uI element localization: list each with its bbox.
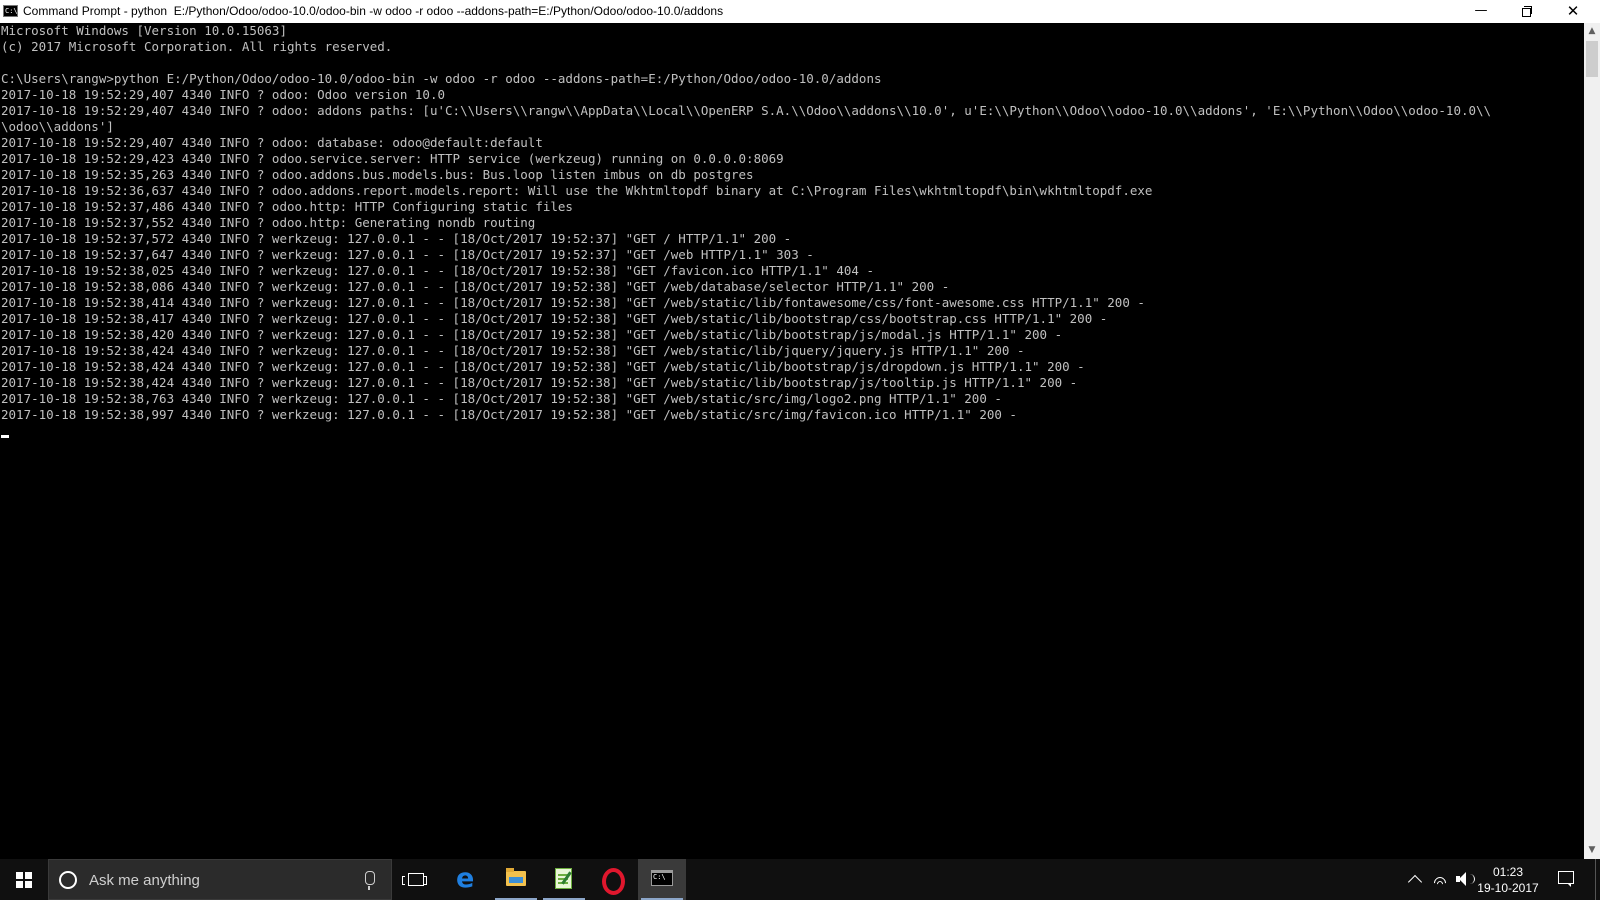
opera-icon [602, 868, 625, 895]
console-line: C:\Users\rangw>python E:/Python/Odoo/odo… [1, 71, 882, 86]
chevron-up-icon[interactable] [1407, 874, 1423, 890]
clock-date: 19-10-2017 [1477, 881, 1539, 895]
console-line: 2017-10-18 19:52:38,997 4340 INFO ? werk… [1, 407, 1017, 422]
console-line: 2017-10-18 19:52:38,424 4340 INFO ? werk… [1, 359, 1085, 374]
terminal-icon: C:\ [651, 870, 673, 886]
command-prompt-icon: C:\ [3, 5, 18, 17]
microphone-icon[interactable] [365, 871, 375, 890]
taskbar-app-command-prompt[interactable]: C:\ [638, 859, 686, 900]
console-line [1, 423, 1584, 439]
scroll-down-button[interactable]: ▼ [1584, 842, 1600, 859]
taskbar-app-opera[interactable] [589, 859, 637, 900]
console-line: 2017-10-18 19:52:37,647 4340 INFO ? werk… [1, 247, 814, 262]
task-view-button[interactable] [392, 859, 440, 900]
wifi-icon[interactable] [1432, 871, 1448, 887]
console-line: 2017-10-18 19:52:38,424 4340 INFO ? werk… [1, 375, 1078, 390]
console-line: 2017-10-18 19:52:38,420 4340 INFO ? werk… [1, 327, 1063, 342]
vertical-scrollbar[interactable]: ▲ ▼ [1584, 23, 1600, 859]
action-center-icon[interactable] [1558, 871, 1574, 887]
command-prompt-window: C:\ Command Prompt - python E:/Python/Od… [0, 0, 1600, 859]
notepad-icon [555, 868, 572, 889]
folder-icon [506, 868, 526, 886]
scroll-up-button[interactable]: ▲ [1584, 23, 1600, 40]
console-line: \odoo\\addons'] [1, 119, 114, 134]
console-line: 2017-10-18 19:52:38,763 4340 INFO ? werk… [1, 391, 1002, 406]
console-line: 2017-10-18 19:52:38,417 4340 INFO ? werk… [1, 311, 1108, 326]
console-line: 2017-10-18 19:52:29,407 4340 INFO ? odoo… [1, 87, 446, 102]
scroll-thumb[interactable] [1586, 41, 1598, 77]
text-cursor [1, 435, 9, 438]
cortana-search-box[interactable]: Ask me anything [48, 859, 392, 900]
console-line: 2017-10-18 19:52:36,637 4340 INFO ? odoo… [1, 183, 1153, 198]
console-line: 2017-10-18 19:52:29,407 4340 INFO ? odoo… [1, 103, 1492, 118]
taskbar-app-file-explorer[interactable] [492, 859, 540, 900]
windows-logo-icon [16, 872, 32, 888]
restore-button[interactable] [1504, 0, 1550, 23]
console-line: 2017-10-18 19:52:38,424 4340 INFO ? werk… [1, 343, 1025, 358]
console-line: 2017-10-18 19:52:37,552 4340 INFO ? odoo… [1, 215, 536, 230]
taskbar: Ask me anything e C:\ 01:23 19-10-2017 [0, 859, 1600, 900]
start-button[interactable] [0, 859, 48, 900]
cortana-icon [59, 871, 77, 889]
edge-icon: e [456, 863, 475, 894]
restore-icon [1522, 6, 1532, 17]
search-placeholder: Ask me anything [89, 872, 200, 889]
minimize-button[interactable]: — [1458, 0, 1504, 23]
console-line: 2017-10-18 19:52:29,407 4340 INFO ? odoo… [1, 135, 543, 150]
window-title: Command Prompt - python E:/Python/Odoo/o… [23, 4, 724, 18]
clock-time: 01:23 [1492, 865, 1524, 879]
taskbar-app-edge[interactable]: e [444, 859, 492, 900]
console-line: 2017-10-18 19:52:37,486 4340 INFO ? odoo… [1, 199, 573, 214]
console-output[interactable]: Microsoft Windows [Version 10.0.15063] (c… [0, 23, 1584, 859]
console-line: 2017-10-18 19:52:38,025 4340 INFO ? werk… [1, 263, 874, 278]
volume-waves [1466, 874, 1475, 884]
task-view-icon [402, 873, 427, 886]
console-line: (c) 2017 Microsoft Corporation. All righ… [1, 39, 393, 54]
console-line: 2017-10-18 19:52:37,572 4340 INFO ? werk… [1, 231, 792, 246]
console-line: 2017-10-18 19:52:35,263 4340 INFO ? odoo… [1, 167, 754, 182]
console-line: 2017-10-18 19:52:38,414 4340 INFO ? werk… [1, 295, 1145, 310]
taskbar-app-notepad[interactable] [540, 859, 588, 900]
show-desktop-button[interactable] [1595, 859, 1596, 900]
console-line: 2017-10-18 19:52:38,086 4340 INFO ? werk… [1, 279, 950, 294]
title-bar[interactable]: C:\ Command Prompt - python E:/Python/Od… [0, 0, 1600, 23]
close-button[interactable]: ✕ [1550, 0, 1596, 23]
clock[interactable]: 01:23 19-10-2017 [1476, 864, 1540, 896]
console-line: 2017-10-18 19:52:29,423 4340 INFO ? odoo… [1, 151, 784, 166]
console-line: Microsoft Windows [Version 10.0.15063] [1, 23, 287, 38]
volume-icon[interactable] [1456, 871, 1475, 887]
